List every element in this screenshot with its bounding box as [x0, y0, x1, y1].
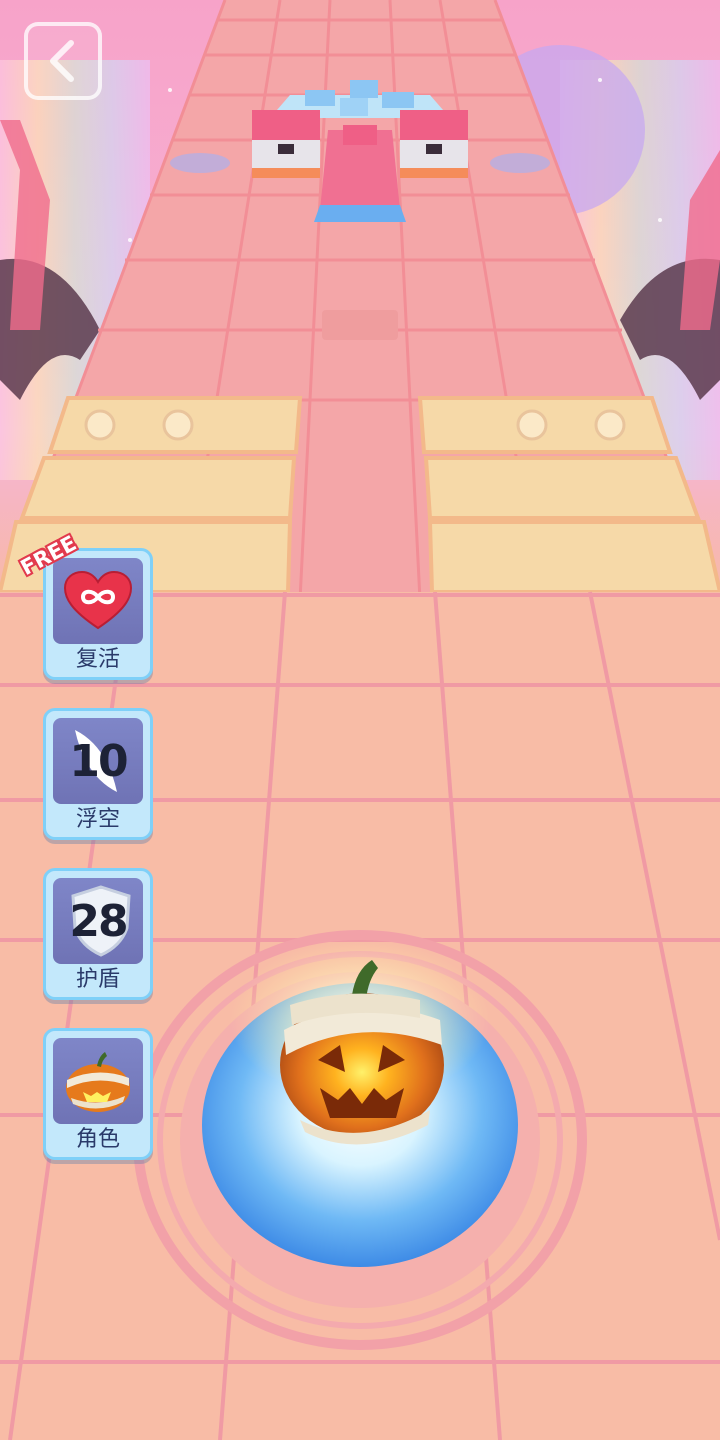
character-label: 角色 — [75, 1127, 120, 1152]
revive-button[interactable]: 复活 — [43, 548, 153, 680]
shield-count: 28 — [69, 895, 128, 947]
infinity-heart-icon — [63, 570, 133, 630]
float-count: 10 — [69, 735, 128, 787]
float-button[interactable]: 10 浮空 — [43, 708, 153, 840]
revive-label: 复活 — [75, 647, 120, 672]
character-button[interactable]: 角色 — [43, 1028, 153, 1160]
mummy-pumpkin-icon — [66, 1052, 130, 1112]
float-label: 浮空 — [75, 807, 120, 832]
game-screen: 复活 FREE 10 浮空 28 护盾 角色 — [0, 0, 720, 1440]
shield-label: 护盾 — [75, 967, 120, 992]
back-button[interactable] — [24, 22, 102, 100]
shield-button[interactable]: 28 护盾 — [43, 868, 153, 1000]
chevron-left-icon — [50, 40, 74, 82]
